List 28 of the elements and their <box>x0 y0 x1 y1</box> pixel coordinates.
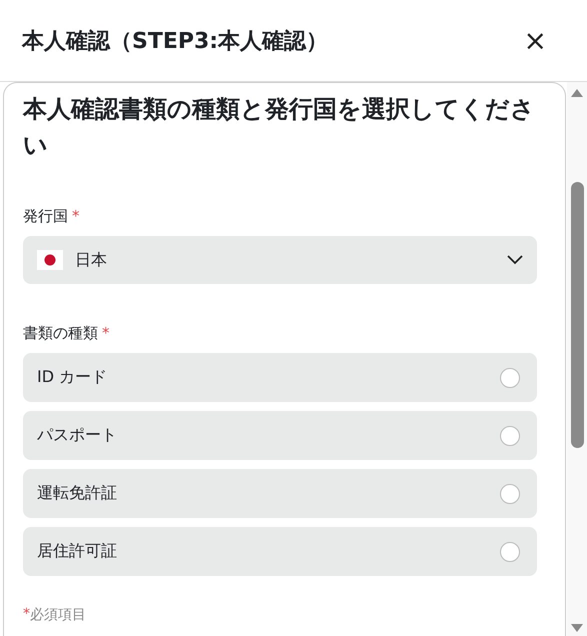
radio-button[interactable] <box>500 542 520 562</box>
required-mark: * <box>23 606 30 624</box>
dialog-title: 本人確認（STEP3:本人確認） <box>22 28 328 56</box>
country-select[interactable]: 日本 <box>23 236 537 284</box>
field-label: 発行国 <box>23 207 68 226</box>
radio-button[interactable] <box>500 368 520 388</box>
option-label: ID カード <box>37 367 108 388</box>
close-button[interactable]: × <box>520 26 551 54</box>
radio-button[interactable] <box>500 426 520 446</box>
document-option[interactable]: 運転免許証 <box>23 469 537 518</box>
option-label: 運転免許証 <box>37 483 117 504</box>
scroll-up-icon[interactable] <box>571 89 583 97</box>
scroll-down-icon[interactable] <box>571 624 583 632</box>
scrollbar-thumb[interactable] <box>570 182 584 448</box>
document-option[interactable]: パスポート <box>23 411 537 460</box>
chevron-down-icon <box>507 255 523 265</box>
field-label: 書類の種類 <box>23 324 98 343</box>
scrollbar[interactable] <box>567 82 587 636</box>
option-label: パスポート <box>37 425 117 446</box>
option-label: 居住許可証 <box>37 541 117 562</box>
required-mark: * <box>72 207 80 226</box>
document-option[interactable]: 居住許可証 <box>23 527 537 576</box>
flag-icon <box>37 250 63 270</box>
footnote-text: 必須項目 <box>30 606 86 624</box>
document-option[interactable]: ID カード <box>23 353 537 402</box>
section-heading: 本人確認書類の種類と発行国を選択してください <box>23 94 536 161</box>
radio-button[interactable] <box>500 484 520 504</box>
required-mark: * <box>102 324 110 343</box>
